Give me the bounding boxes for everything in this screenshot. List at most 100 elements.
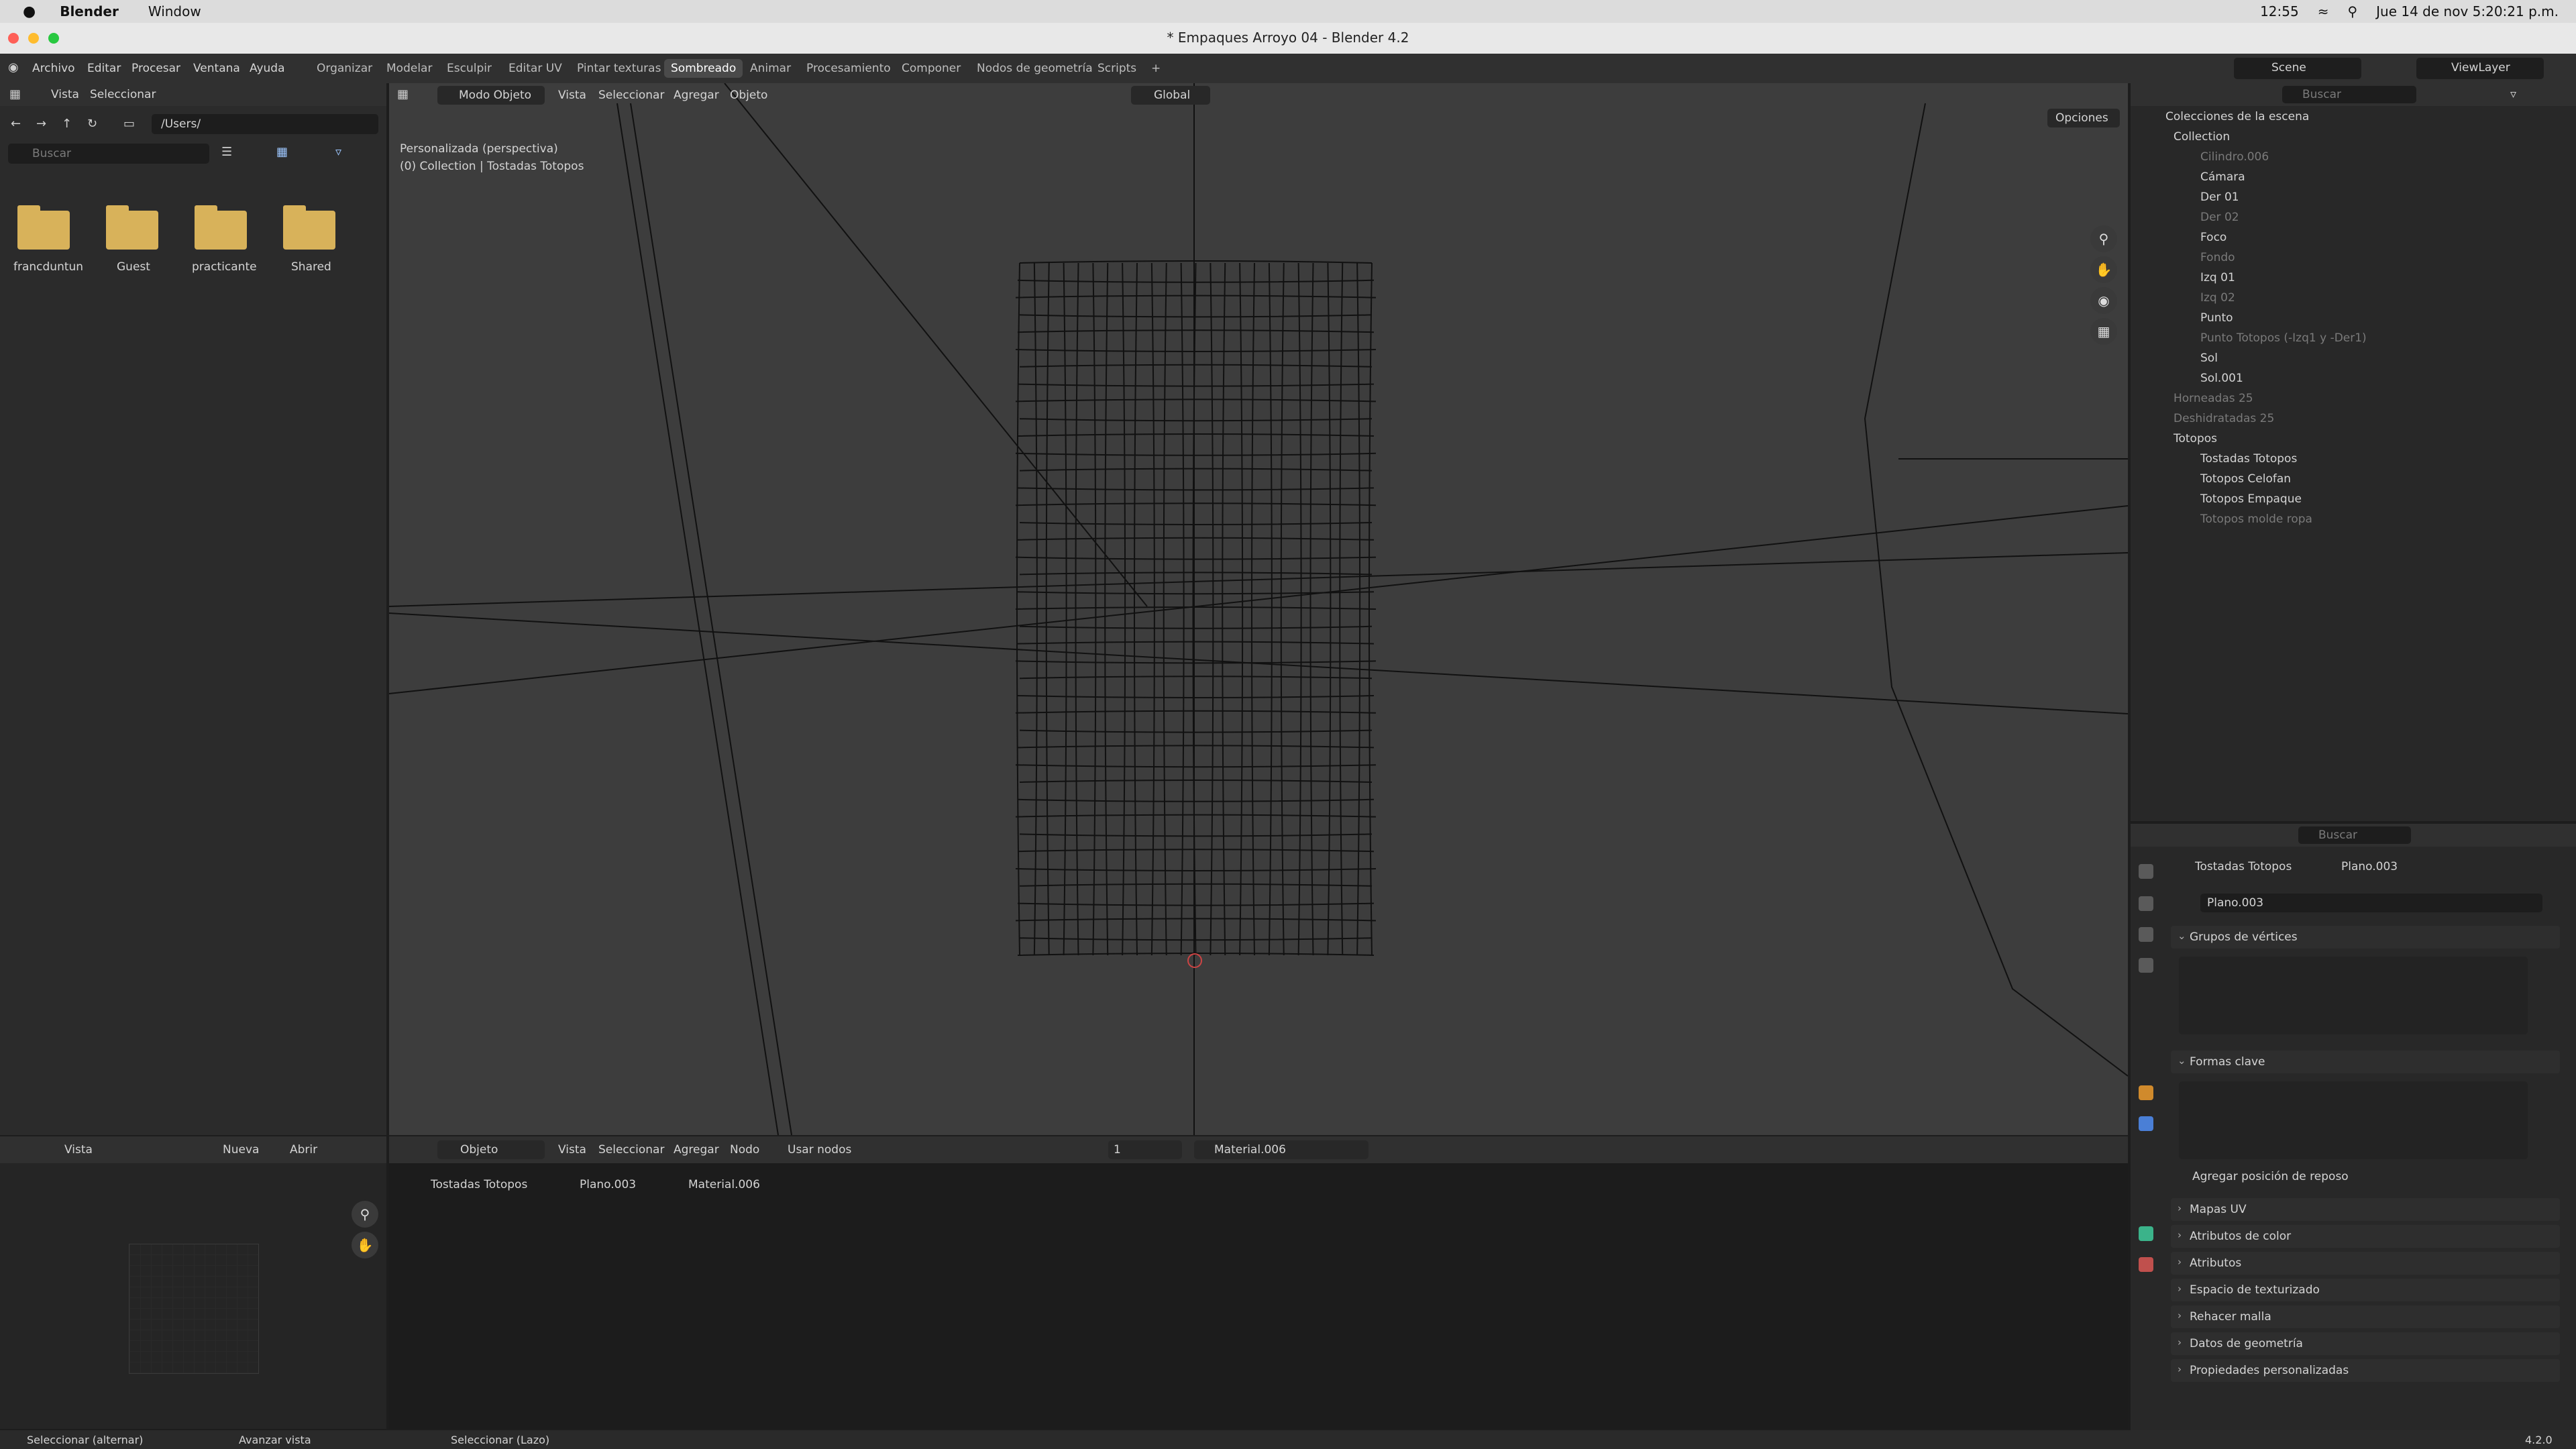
menu-agregar[interactable]: Agregar bbox=[674, 89, 719, 102]
folder-icon[interactable] bbox=[106, 205, 158, 250]
tab-animar[interactable]: Animar bbox=[743, 59, 798, 78]
image-canvas-grid[interactable] bbox=[129, 1244, 259, 1374]
properties-section-header[interactable]: › Mapas UV bbox=[2171, 1198, 2560, 1221]
modifier-tab-icon[interactable] bbox=[2139, 1116, 2153, 1131]
outliner-row[interactable]: Fondo bbox=[2200, 248, 2235, 267]
outliner-row[interactable]: Foco bbox=[2200, 228, 2226, 247]
menu-seleccionar[interactable]: Seleccionar bbox=[598, 1143, 664, 1157]
vertex-groups-list[interactable] bbox=[2179, 957, 2528, 1034]
folder-label[interactable]: Shared bbox=[291, 260, 331, 274]
forward-arrow-icon[interactable]: → bbox=[36, 117, 46, 131]
tab-sombreado[interactable]: Sombreado bbox=[664, 59, 743, 78]
back-arrow-icon[interactable]: ← bbox=[11, 117, 21, 131]
tab-componer[interactable]: Componer bbox=[895, 59, 967, 78]
mode-dropdown[interactable]: Modo Objeto bbox=[437, 86, 545, 105]
app-menu-blender[interactable]: Blender bbox=[60, 3, 119, 19]
material-tab-icon[interactable] bbox=[2139, 1257, 2153, 1272]
node-editor-panel[interactable]: Objeto Vista Seleccionar Agregar Nodo Us… bbox=[389, 1136, 2128, 1429]
orientation-dropdown[interactable]: Global bbox=[1131, 86, 1210, 105]
properties-section-header[interactable]: ⌄ Grupos de vértices bbox=[2171, 926, 2560, 949]
blender-logo-icon[interactable]: ◉ bbox=[8, 60, 19, 74]
tab-scripts[interactable]: Scripts bbox=[1091, 59, 1143, 78]
camera-view-icon[interactable]: ◉ bbox=[2090, 287, 2117, 314]
rest-position-checkbox[interactable]: Agregar posición de reposo bbox=[2192, 1170, 2349, 1183]
outliner-row[interactable]: Der 02 bbox=[2200, 208, 2239, 227]
outliner-row[interactable]: Sol.001 bbox=[2200, 369, 2243, 388]
wifi-icon[interactable]: ≈ bbox=[2318, 3, 2329, 19]
material-slot-dropdown[interactable]: 1 bbox=[1108, 1140, 1182, 1159]
folder-label[interactable]: Guest bbox=[117, 260, 150, 274]
pan-hand-icon[interactable]: ✋ bbox=[352, 1232, 378, 1258]
scene-tab-icon[interactable] bbox=[2139, 958, 2153, 973]
new-folder-icon[interactable]: ▭ bbox=[123, 117, 135, 131]
outliner-row[interactable]: Cámara bbox=[2200, 168, 2245, 186]
tab-pintar-texturas[interactable]: Pintar texturas bbox=[570, 59, 667, 78]
parent-dir-icon[interactable]: ↑ bbox=[62, 117, 72, 131]
shape-keys-list[interactable] bbox=[2179, 1081, 2528, 1159]
menu-seleccionar[interactable]: Seleccionar bbox=[90, 88, 156, 101]
pan-hand-icon[interactable]: ✋ bbox=[2090, 256, 2117, 283]
new-image-button[interactable]: Nueva bbox=[223, 1143, 259, 1157]
apple-icon[interactable]: ● bbox=[23, 3, 36, 20]
editor-type-icon[interactable]: ▦ bbox=[9, 87, 21, 101]
zoom-icon[interactable]: ⚲ bbox=[2090, 225, 2117, 252]
refresh-icon[interactable]: ↻ bbox=[87, 117, 97, 131]
outliner-row[interactable]: Totopos molde ropa bbox=[2200, 510, 2312, 529]
outliner-row[interactable]: Totopos Celofan bbox=[2200, 470, 2291, 488]
outliner-row[interactable]: Izq 01 bbox=[2200, 268, 2235, 287]
properties-section-header[interactable]: ⌄ Formas clave bbox=[2171, 1051, 2560, 1073]
object-shader-dropdown[interactable]: Objeto bbox=[437, 1140, 545, 1159]
mesh-data-tab-icon[interactable] bbox=[2139, 1226, 2153, 1241]
date-time[interactable]: Jue 14 de nov 5:20:21 p.m. bbox=[2376, 3, 2559, 19]
path-field[interactable]: /Users/ bbox=[152, 114, 378, 134]
tab-organizar[interactable]: Organizar bbox=[310, 59, 379, 78]
menu-seleccionar[interactable]: Seleccionar bbox=[598, 89, 664, 102]
menu-nodo[interactable]: Nodo bbox=[730, 1143, 759, 1157]
outliner-row[interactable]: Izq 02 bbox=[2200, 288, 2235, 307]
tab-editar-uv[interactable]: Editar UV bbox=[502, 59, 569, 78]
open-image-button[interactable]: Abrir bbox=[290, 1143, 317, 1157]
folder-label[interactable]: practicante bbox=[192, 260, 257, 274]
thumbnail-view-icon[interactable]: ▦ bbox=[276, 145, 288, 159]
properties-section-header[interactable]: › Espacio de texturizado bbox=[2171, 1279, 2560, 1301]
menu-vista[interactable]: Vista bbox=[558, 1143, 586, 1157]
outliner-row[interactable]: Colecciones de la escena bbox=[2165, 107, 2309, 126]
mesh-name-field[interactable]: Plano.003 bbox=[2200, 894, 2542, 912]
viewport-3d[interactable]: ▦ Modo Objeto Vista Seleccionar Agregar … bbox=[389, 83, 2128, 1135]
properties-search-input[interactable]: Buscar bbox=[2298, 826, 2411, 844]
menu-archivo[interactable]: Archivo bbox=[32, 62, 75, 75]
ortho-grid-icon[interactable]: ▦ bbox=[2090, 318, 2117, 345]
folder-label[interactable]: francduntun bbox=[13, 260, 83, 274]
image-view-label[interactable]: Vista bbox=[64, 1143, 93, 1157]
menu-ayuda[interactable]: Ayuda bbox=[250, 62, 285, 75]
filter-icon[interactable]: ▿ bbox=[335, 145, 341, 159]
material-name-field[interactable]: Material.006 bbox=[1194, 1140, 1368, 1159]
tab-nodos-geometria[interactable]: Nodos de geometría bbox=[970, 59, 1099, 78]
outliner-row[interactable]: Punto Totopos (-Izq1 y -Der1) bbox=[2200, 329, 2367, 347]
tab-procesamiento[interactable]: Procesamiento bbox=[800, 59, 898, 78]
outliner-row[interactable]: Deshidratadas 25 bbox=[2174, 409, 2274, 428]
menu-agregar[interactable]: Agregar bbox=[674, 1143, 719, 1157]
viewlayer-selector[interactable]: ViewLayer bbox=[2416, 58, 2544, 79]
properties-section-header[interactable]: › Rehacer malla bbox=[2171, 1305, 2560, 1328]
tool-tab-icon[interactable] bbox=[2139, 864, 2153, 879]
zoom-icon[interactable]: ⚲ bbox=[352, 1201, 378, 1228]
outliner-search-input[interactable]: Buscar bbox=[2282, 86, 2416, 103]
options-dropdown[interactable]: Opciones bbox=[2047, 109, 2120, 127]
list-view-icon[interactable]: ☰ bbox=[221, 145, 232, 159]
properties-section-header[interactable]: › Propiedades personalizadas bbox=[2171, 1359, 2560, 1382]
tab-esculpir[interactable]: Esculpir bbox=[440, 59, 498, 78]
properties-section-header[interactable]: › Atributos bbox=[2171, 1252, 2560, 1275]
object-tab-icon[interactable] bbox=[2139, 1085, 2153, 1100]
filter-icon[interactable]: ▿ bbox=[2510, 87, 2516, 101]
add-workspace-icon[interactable]: + bbox=[1144, 59, 1167, 78]
editor-type-icon[interactable]: ▦ bbox=[397, 87, 409, 101]
properties-section-header[interactable]: › Atributos de color bbox=[2171, 1225, 2560, 1248]
menu-editar[interactable]: Editar bbox=[87, 62, 121, 75]
tab-modelar[interactable]: Modelar bbox=[380, 59, 439, 78]
outliner-row[interactable]: Punto bbox=[2200, 309, 2233, 327]
menu-vista[interactable]: Vista bbox=[558, 89, 586, 102]
file-search-input[interactable]: Buscar bbox=[8, 144, 209, 164]
outliner-row[interactable]: Der 01 bbox=[2200, 188, 2239, 207]
scene-selector[interactable]: Scene bbox=[2234, 58, 2361, 79]
